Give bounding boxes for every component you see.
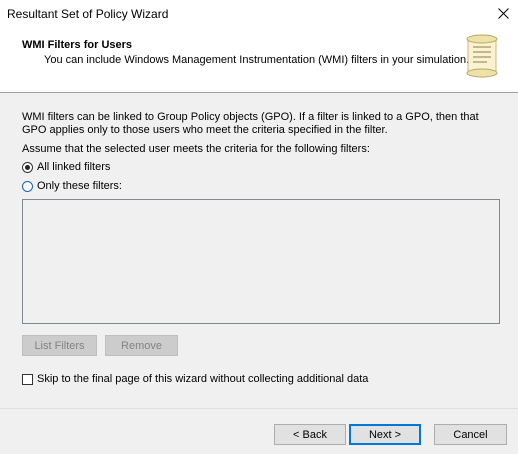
wizard-header: WMI Filters for Users You can include Wi… [0,27,518,93]
radio-button-checked[interactable] [22,161,33,173]
back-button[interactable]: < Back [274,424,346,445]
filter-list-box[interactable] [22,199,500,324]
description-line-2: GPO applies only to those users who meet… [22,124,388,136]
page-title: WMI Filters for Users [22,39,133,51]
list-filters-button[interactable]: List Filters [22,335,97,356]
scroll-icon [466,34,498,78]
radio-all-label: All linked filters [37,161,111,173]
title-bar: Resultant Set of Policy Wizard [0,0,518,27]
radio-all-linked-filters[interactable]: All linked filters [22,161,110,173]
radio-only-these-filters[interactable]: Only these filters: [22,180,122,192]
window-title: Resultant Set of Policy Wizard [7,7,169,21]
next-button[interactable]: Next > [349,424,421,445]
cancel-button[interactable]: Cancel [434,424,507,445]
skip-checkbox-label: Skip to the final page of this wizard wi… [37,373,369,385]
remove-button[interactable]: Remove [105,335,178,356]
radio-only-label: Only these filters: [37,180,122,192]
footer-divider [0,408,518,409]
close-button[interactable] [488,0,518,27]
assume-label: Assume that the selected user meets the … [22,143,370,155]
page-subtitle: You can include Windows Management Instr… [44,54,470,66]
skip-final-page-option[interactable]: Skip to the final page of this wizard wi… [22,373,368,385]
description-line-1: WMI filters can be linked to Group Polic… [22,111,479,123]
description-text: WMI filters can be linked to Group Polic… [22,111,492,137]
close-icon [497,8,509,19]
radio-button-unchecked[interactable] [22,180,33,192]
skip-checkbox[interactable] [22,373,33,385]
